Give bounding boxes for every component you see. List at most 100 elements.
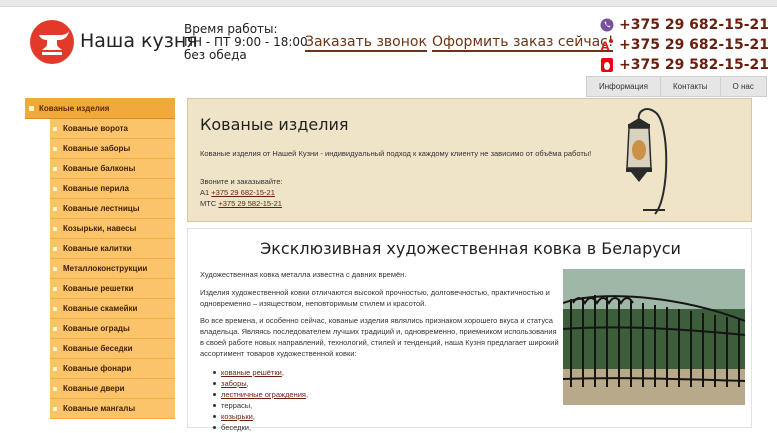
main-content: Эксклюзивная художественная ковка в Бела…: [187, 228, 752, 432]
bullet-square-icon: [53, 166, 57, 171]
content-paragraph: Во все времена, и особенно сейчас, кован…: [200, 316, 559, 358]
sidebar-item-label: Кованые балконы: [63, 164, 136, 173]
banner-mts-line: МТС +375 29 582-15-21: [200, 199, 620, 209]
list-item-link[interactable]: кованые решётки: [221, 368, 282, 377]
sidebar-item[interactable]: Кованые заборы: [50, 139, 175, 159]
nav-about[interactable]: О нас: [720, 76, 767, 97]
bullet-square-icon: [53, 186, 57, 191]
banner-text: Кованые изделия от Нашей Кузни - индивид…: [200, 149, 592, 158]
phone-number: +375 29 682-15-21: [619, 37, 769, 53]
order-now-link[interactable]: Оформить заказ сейчас!: [432, 34, 614, 52]
browser-top-strip: [0, 0, 777, 7]
sidebar-item[interactable]: Кованые беседки: [50, 339, 175, 359]
order-callback-link[interactable]: Заказать звонок: [305, 34, 427, 52]
sidebar-menu: Кованые изделия Кованые ворота Кованые з…: [25, 98, 175, 419]
sidebar-item-label: Кованые мангалы: [63, 404, 136, 413]
list-item[interactable]: кованые решётки,: [212, 367, 308, 378]
sidebar-item[interactable]: Кованые решетки: [50, 279, 175, 299]
sidebar-item[interactable]: Кованые двери: [50, 379, 175, 399]
working-hours: Время работы: ПН - ПТ 9:00 - 18:00 без о…: [184, 23, 308, 62]
sidebar-item[interactable]: Металлоконструкции: [50, 259, 175, 279]
bullet-square-icon: [53, 346, 57, 351]
phone-mts[interactable]: +375 29 582-15-21: [600, 55, 769, 75]
hours-note: без обеда: [184, 48, 247, 62]
sidebar-item-label: Кованые перила: [63, 184, 129, 193]
content-paragraph: Изделия художественной ковки отличаются …: [200, 288, 550, 308]
banner-call-label: Звоните и заказывайте:: [200, 177, 283, 186]
sidebar-item[interactable]: Кованые перила: [50, 179, 175, 199]
nav-contacts[interactable]: Контакты: [660, 76, 721, 97]
sidebar-item[interactable]: Кованые лестницы: [50, 199, 175, 219]
bullet-square-icon: [53, 306, 57, 311]
list-item-link[interactable]: козырьки: [221, 412, 253, 421]
list-item-link[interactable]: заборы: [221, 379, 247, 388]
content-title: Эксклюзивная художественная ковка в Бела…: [260, 239, 681, 258]
sidebar-item-label: Кованые двери: [63, 384, 125, 393]
lantern-icon: [615, 102, 675, 222]
bullet-square-icon: [53, 126, 57, 131]
bullet-square-icon: [29, 105, 34, 111]
mts-phone-link[interactable]: +375 29 582-15-21: [218, 199, 282, 208]
list-item: беседки,: [212, 422, 308, 433]
sidebar-item-label: Кованые заборы: [63, 144, 131, 153]
banner-title: Кованые изделия: [200, 115, 349, 134]
bullet-square-icon: [53, 206, 57, 211]
bullet-square-icon: [53, 406, 57, 411]
list-item-text: террасы,: [221, 401, 253, 410]
mts-icon: [600, 58, 614, 72]
sidebar-item[interactable]: Кованые балконы: [50, 159, 175, 179]
phone-number: +375 29 582-15-21: [619, 57, 769, 73]
sidebar-item-label: Кованые фонари: [63, 364, 132, 373]
banner-a1-line: А1 +375 29 682-15-21: [200, 188, 620, 198]
top-navigation: Информация Контакты О нас: [586, 76, 767, 97]
list-item-suffix: ,: [252, 412, 255, 421]
bullet-square-icon: [53, 326, 57, 331]
sidebar-item[interactable]: Кованые мангалы: [50, 399, 175, 419]
anvil-logo-icon[interactable]: [30, 20, 74, 64]
list-item-link[interactable]: лестничные ограждения: [221, 390, 306, 399]
bullet-square-icon: [53, 286, 57, 291]
sidebar-item-label: Кованые скамейки: [63, 304, 138, 313]
a1-prefix: А1: [200, 188, 210, 197]
sidebar-item-label: Металлоконструкции: [63, 264, 148, 273]
phone-list: +375 29 682-15-21 A +375 29 682-15-21 +3…: [600, 15, 769, 75]
sidebar-item-label: Кованые ограды: [63, 324, 130, 333]
content-paragraph: Художественная ковка металла известна с …: [200, 270, 407, 279]
sidebar-item[interactable]: Кованые калитки: [50, 239, 175, 259]
product-list: кованые решётки, заборы, лестничные огра…: [212, 367, 309, 433]
list-item-suffix: ,: [305, 390, 309, 399]
sidebar-item-label: Козырьки, навесы: [63, 224, 137, 233]
sidebar-item-label: Кованые ворота: [63, 124, 129, 133]
phone-viber[interactable]: +375 29 682-15-21: [600, 15, 769, 35]
list-item-suffix: ,: [246, 379, 249, 388]
nav-info[interactable]: Информация: [586, 76, 661, 97]
sidebar-item[interactable]: Козырьки, навесы: [50, 219, 175, 239]
bullet-square-icon: [53, 146, 57, 151]
mts-prefix: МТС: [200, 199, 217, 208]
brand-name[interactable]: Наша кузня: [80, 30, 198, 52]
bullet-square-icon: [53, 386, 57, 391]
bullet-square-icon: [53, 226, 57, 231]
list-item: террасы,: [212, 400, 308, 411]
sidebar-item-label: Кованые лестницы: [63, 204, 140, 213]
sidebar-item[interactable]: Кованые скамейки: [50, 299, 175, 319]
sidebar-item[interactable]: Кованые ограды: [50, 319, 175, 339]
sidebar-item[interactable]: Кованые ворота: [50, 119, 175, 139]
list-item-suffix: ,: [281, 368, 284, 377]
bullet-square-icon: [53, 246, 57, 251]
phone-number: +375 29 682-15-21: [619, 17, 769, 33]
sidebar-item[interactable]: Кованые фонари: [50, 359, 175, 379]
fence-photo: [563, 269, 745, 405]
sidebar-head-label: Кованые изделия: [39, 103, 110, 113]
list-item[interactable]: лестничные ограждения,: [212, 389, 309, 400]
svg-text:A: A: [600, 38, 610, 52]
bullet-square-icon: [53, 266, 57, 271]
list-item[interactable]: козырьки,: [212, 411, 308, 422]
sidebar-head[interactable]: Кованые изделия: [25, 98, 175, 119]
bullet-square-icon: [53, 366, 57, 371]
a1-phone-link[interactable]: +375 29 682-15-21: [211, 188, 275, 197]
a1-icon: A: [600, 38, 614, 52]
list-item[interactable]: заборы,: [212, 378, 308, 389]
viber-icon: [600, 18, 614, 32]
phone-a1[interactable]: A +375 29 682-15-21: [600, 35, 769, 55]
